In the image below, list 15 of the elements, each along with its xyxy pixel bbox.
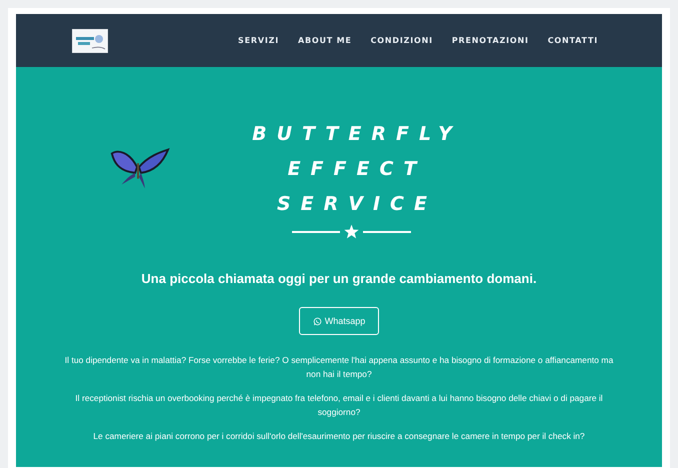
nav-link[interactable]: CONDIZIONI [370,36,433,45]
site-title: SERVICE [276,192,437,217]
logo-icon[interactable] [72,28,108,52]
tagline: Una piccola chiamata oggi per un grande cambiamento domani. [141,271,537,286]
body-paragraph: Il receptionist rischia un overbooking perché è impegnato fra telefono, email e i clienti davanti a lui hanno bisogno delle chiavi o di pagare il soggiorno? [74,392,604,419]
nav-link[interactable]: SERVIZI [238,36,279,45]
site-title: BUTTERFLY [251,122,462,147]
star-icon [344,224,360,239]
body-paragraph: Le cameriere ai piani corrono per i corridoi sull'orlo dell'esaurimento per riuscire a consegnare le camere in tempo per il check in? [92,430,586,443]
site-title: EFFECT [286,157,426,182]
nav-link[interactable]: PRENOTAZIONI [452,36,529,45]
nav-link[interactable]: ABOUT ME [298,36,352,45]
body-paragraph: Il tuo dipendente va in malattia? Forse vorrebbe le ferie? O semplicemente l'hai appena assunto e ha bisogno di formazione o affiancamento ma non hai il tempo? [64,354,614,381]
nav-link[interactable]: CONTATTI [548,36,598,45]
whatsapp-icon [312,316,322,326]
